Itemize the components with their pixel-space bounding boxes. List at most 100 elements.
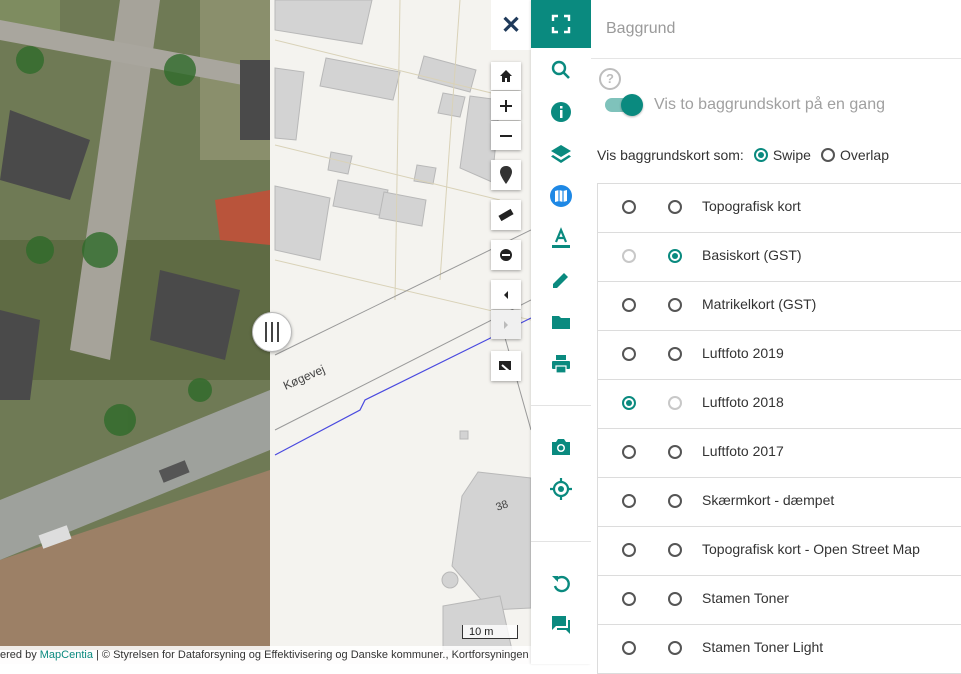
list-item: Stamen Toner (598, 576, 961, 625)
basemap-name: Stamen Toner Light (702, 639, 824, 655)
two-basemaps-label: Vis to baggrundskort på en gang (654, 96, 885, 113)
mode-swipe-label: Swipe (772, 147, 811, 163)
help-icon[interactable]: ? (599, 68, 621, 90)
draw-icon (553, 273, 568, 288)
display-mode-label: Vis baggrundskort som: (597, 147, 744, 163)
fullscreen-icon (551, 14, 571, 34)
left-basemap-radio[interactable] (622, 494, 636, 508)
forward-button[interactable] (491, 310, 521, 339)
basemap-name: Matrikelkort (GST) (702, 296, 817, 312)
left-basemap-radio[interactable] (622, 592, 636, 606)
left-basemap-radio[interactable] (622, 298, 636, 312)
home-button[interactable] (491, 62, 521, 90)
layers-icon (551, 145, 571, 163)
right-basemap-radio[interactable] (668, 543, 682, 557)
right-basemap-radio[interactable] (668, 592, 682, 606)
left-basemap-radio[interactable] (622, 641, 636, 655)
zoom-in-icon (500, 99, 512, 112)
basemap-name: Topografisk kort (702, 198, 801, 214)
basemap-name: Luftfoto 2017 (702, 443, 784, 459)
radio-icon (820, 148, 835, 162)
screenshot-button[interactable] (491, 351, 521, 381)
list-item: Skærmkort - dæmpet (598, 478, 961, 527)
folder-button[interactable] (531, 302, 591, 342)
left-basemap-radio[interactable] (622, 200, 636, 214)
panel-divider (591, 58, 961, 59)
search-icon (551, 60, 570, 79)
basemap-name: Skærmkort - dæmpet (702, 492, 835, 508)
panel-title: Baggrund (606, 20, 676, 37)
measure-button[interactable] (491, 200, 521, 230)
left-basemap-radio[interactable] (622, 249, 636, 263)
left-basemap-radio[interactable] (622, 347, 636, 361)
folder-icon (552, 316, 570, 329)
camera-button[interactable] (531, 427, 591, 467)
screenshot-icon (499, 361, 511, 373)
zoom-out-button[interactable] (491, 121, 521, 150)
search-button[interactable] (531, 50, 591, 90)
fullscreen-button[interactable] (531, 0, 591, 48)
mode-swipe-option[interactable]: Swipe (753, 147, 811, 163)
toolbar-divider (531, 541, 591, 542)
right-basemap-radio[interactable] (668, 396, 682, 410)
camera-icon (552, 439, 570, 455)
icon-toolbar (531, 0, 591, 664)
mode-overlap-label: Overlap (839, 147, 889, 163)
zoom-out-icon (500, 134, 512, 137)
back-button[interactable] (491, 280, 521, 309)
reset-button[interactable] (531, 563, 591, 603)
attribution-prefix: ered by (0, 649, 40, 661)
left-basemap-radio[interactable] (622, 396, 636, 410)
marker-icon (500, 166, 512, 184)
zoom-in-button[interactable] (491, 91, 521, 120)
list-item: Stamen Toner Light (598, 625, 961, 674)
remove-button[interactable] (491, 240, 521, 270)
mode-overlap-option[interactable]: Overlap (820, 147, 889, 163)
basemap-name: Topografisk kort - Open Street Map (702, 541, 920, 557)
map-view[interactable]: Køgevej 38 ✕ 10 m ered by MapCentia | © … (0, 0, 531, 664)
layers-button[interactable] (531, 134, 591, 174)
basemap-name: Stamen Toner (702, 590, 789, 606)
reset-icon (552, 575, 570, 593)
attribution-text: | © Styrelsen for Dataforsyning og Effek… (92, 649, 529, 661)
list-item: Topografisk kort - Open Street Map (598, 527, 961, 576)
list-item: Matrikelkort (GST) (598, 282, 961, 331)
left-basemap-radio[interactable] (622, 445, 636, 459)
mapcentia-link[interactable]: MapCentia (40, 649, 93, 661)
right-basemap-radio[interactable] (668, 249, 682, 263)
marker-button[interactable] (491, 160, 521, 190)
text-icon (552, 227, 570, 248)
basemap-name: Luftfoto 2019 (702, 345, 784, 361)
locate-icon (550, 478, 572, 500)
left-basemap-radio[interactable] (622, 543, 636, 557)
back-icon (504, 290, 508, 299)
basemap-list: Topografisk kort Basiskort (GST) Matrike… (597, 183, 961, 674)
swipe-handle[interactable] (252, 312, 292, 352)
list-item: Luftfoto 2018 (598, 380, 961, 429)
locate-button[interactable] (531, 469, 591, 509)
basemap-name: Luftfoto 2018 (702, 394, 784, 410)
feedback-button[interactable] (531, 605, 591, 645)
close-panel-button[interactable]: ✕ (491, 0, 531, 50)
two-basemaps-toggle[interactable] (605, 94, 643, 116)
text-button[interactable] (531, 218, 591, 258)
right-basemap-radio[interactable] (668, 200, 682, 214)
basemap-name: Basiskort (GST) (702, 247, 802, 263)
map-attribution: ered by MapCentia | © Styrelsen for Data… (0, 646, 531, 664)
info-button[interactable] (531, 92, 591, 132)
right-basemap-radio[interactable] (668, 347, 682, 361)
right-basemap-radio[interactable] (668, 298, 682, 312)
list-item: Luftfoto 2017 (598, 429, 961, 478)
baselayer-button[interactable] (531, 176, 591, 216)
right-basemap-radio[interactable] (668, 445, 682, 459)
baggrund-panel: Baggrund ? Vis to baggrundskort på en ga… (591, 0, 961, 674)
display-mode-row: Vis baggrundskort som: Swipe Overlap (597, 147, 889, 163)
right-basemap-radio[interactable] (668, 494, 682, 508)
forward-icon (504, 320, 508, 329)
list-item: Topografisk kort (598, 184, 961, 233)
radio-icon (753, 148, 768, 162)
aerial-photo-layer (0, 0, 270, 650)
draw-button[interactable] (531, 260, 591, 300)
print-button[interactable] (531, 344, 591, 384)
right-basemap-radio[interactable] (668, 641, 682, 655)
